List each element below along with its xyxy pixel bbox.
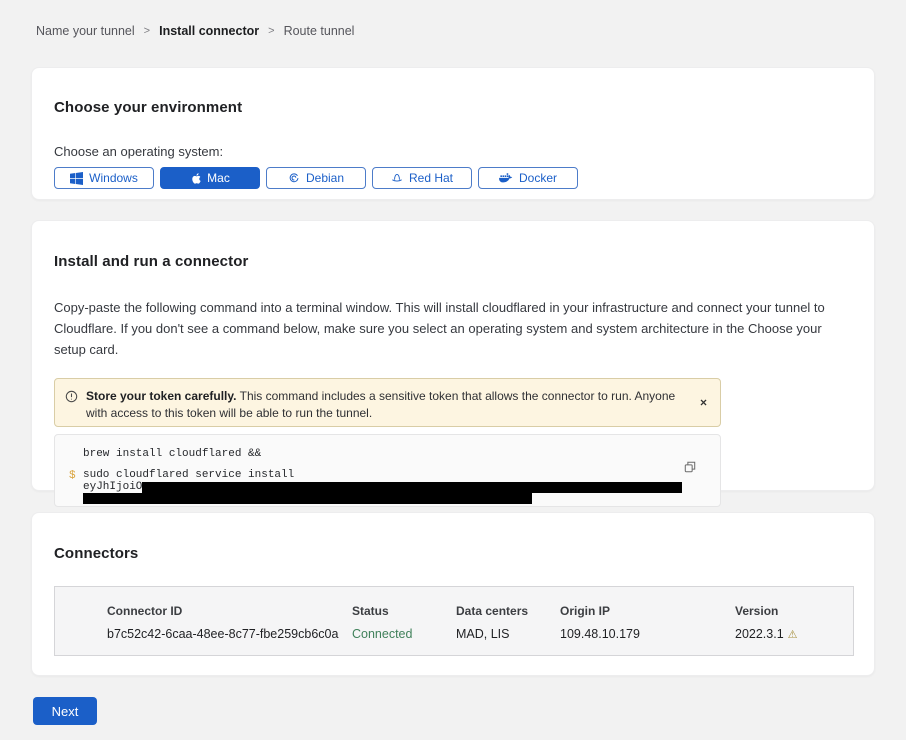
- os-button-group: Windows Mac Debian Red Hat Docker: [54, 167, 852, 189]
- breadcrumb-install-connector[interactable]: Install connector: [159, 24, 259, 38]
- install-card-title: Install and run a connector: [54, 253, 852, 270]
- breadcrumb-separator: >: [268, 25, 274, 37]
- connectors-table: Connector ID Status Data centers Origin …: [54, 586, 854, 656]
- redacted-token-bar: [142, 482, 682, 493]
- header-origin-ip: Origin IP: [560, 604, 735, 618]
- info-icon: [65, 390, 78, 408]
- os-button-label: Mac: [207, 171, 230, 185]
- shell-prompt: $: [69, 470, 83, 505]
- os-select-label: Choose an operating system:: [54, 144, 852, 159]
- apple-icon: [190, 172, 201, 185]
- environment-card-title: Choose your environment: [54, 99, 852, 116]
- token-warning-title: Store your token carefully.: [86, 389, 237, 403]
- command-line-sudo: sudo cloudflared service install: [83, 470, 682, 482]
- header-connector-id: Connector ID: [107, 604, 352, 618]
- os-button-debian[interactable]: Debian: [266, 167, 366, 189]
- header-version: Version: [735, 604, 853, 618]
- breadcrumb-separator: >: [144, 25, 150, 37]
- connectors-card: Connectors Connector ID Status Data cent…: [31, 512, 875, 676]
- install-card: Install and run a connector Copy-paste t…: [31, 220, 875, 491]
- breadcrumb-name-your-tunnel[interactable]: Name your tunnel: [36, 24, 135, 38]
- token-warning-banner: Store your token carefully. This command…: [54, 378, 721, 427]
- os-button-label: Docker: [519, 171, 557, 185]
- origin-ip-value: 109.48.10.179: [560, 627, 735, 641]
- terminal-command-block[interactable]: brew install cloudflared && $ sudo cloud…: [54, 434, 721, 507]
- os-button-label: Debian: [306, 171, 344, 185]
- windows-icon: [70, 172, 83, 185]
- redacted-token-bar: [83, 493, 532, 504]
- os-button-windows[interactable]: Windows: [54, 167, 154, 189]
- command-line-brew: brew install cloudflared &&: [83, 448, 261, 460]
- next-button[interactable]: Next: [33, 697, 97, 725]
- connector-id-value: b7c52c42-6caa-48ee-8c77-fbe259cb6c0a: [107, 627, 352, 641]
- data-centers-value: MAD, LIS: [456, 627, 560, 641]
- breadcrumb-route-tunnel[interactable]: Route tunnel: [284, 24, 355, 38]
- copy-icon[interactable]: [684, 461, 696, 477]
- table-row: b7c52c42-6caa-48ee-8c77-fbe259cb6c0a Con…: [107, 627, 853, 641]
- os-button-label: Windows: [89, 171, 138, 185]
- token-warning-text: Store your token carefully. This command…: [86, 388, 676, 422]
- docker-icon: [499, 173, 513, 184]
- debian-icon: [288, 172, 300, 184]
- warning-icon: ⚠: [788, 629, 798, 641]
- table-header-row: Connector ID Status Data centers Origin …: [107, 604, 853, 618]
- breadcrumb: Name your tunnel > Install connector > R…: [0, 0, 906, 38]
- status-badge: Connected: [352, 627, 456, 641]
- os-button-redhat[interactable]: Red Hat: [372, 167, 472, 189]
- redhat-icon: [391, 172, 403, 184]
- os-button-docker[interactable]: Docker: [478, 167, 578, 189]
- environment-card: Choose your environment Choose an operat…: [31, 67, 875, 200]
- version-value: 2022.3.1⚠: [735, 627, 853, 641]
- os-button-label: Red Hat: [409, 171, 453, 185]
- header-status: Status: [352, 604, 456, 618]
- os-button-mac[interactable]: Mac: [160, 167, 260, 189]
- token-prefix: eyJhIjoiO: [83, 482, 142, 494]
- connectors-card-title: Connectors: [54, 545, 852, 562]
- close-icon[interactable]: ×: [700, 396, 707, 408]
- install-description: Copy-paste the following command into a …: [54, 297, 849, 360]
- header-data-centers: Data centers: [456, 604, 560, 618]
